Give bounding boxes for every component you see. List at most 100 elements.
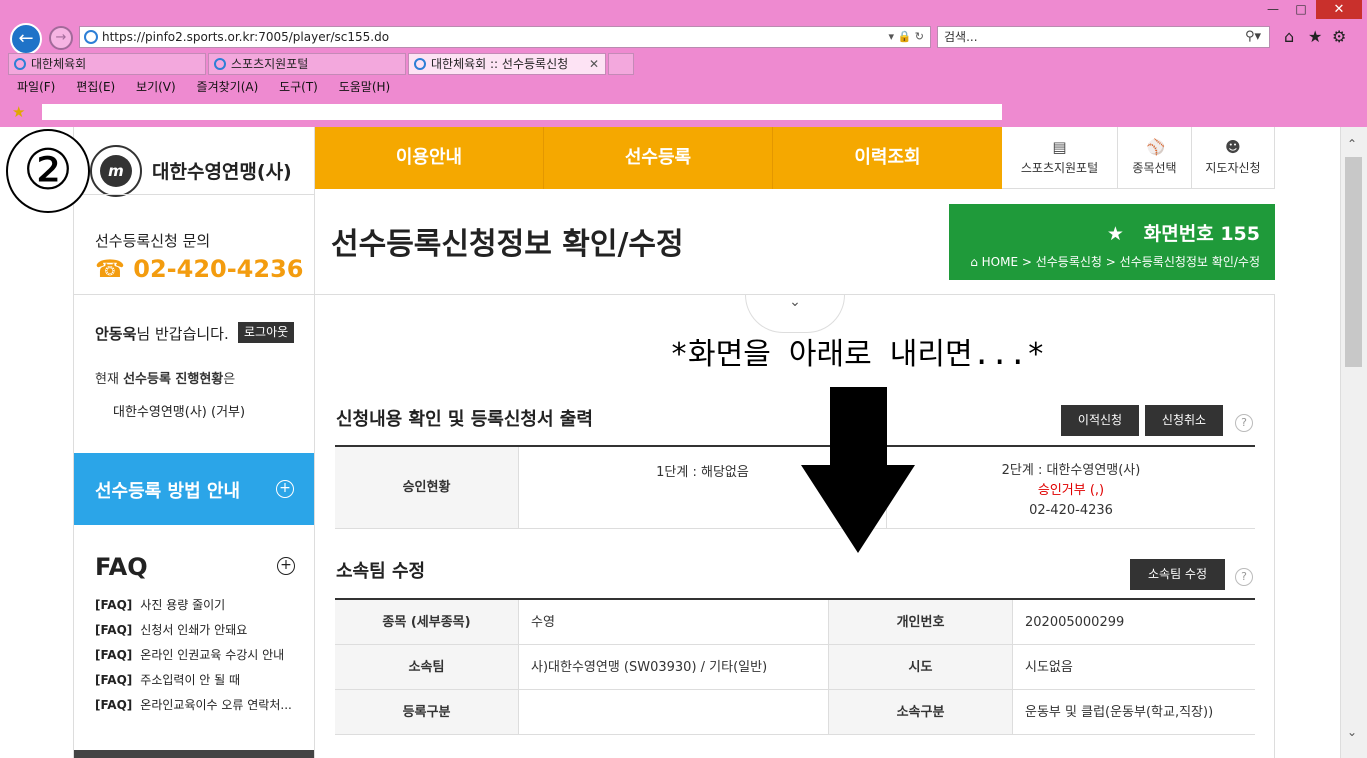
cancel-request-button[interactable]: 신청취소 — [1145, 405, 1223, 436]
tab-label: 대한체육회 :: 선수등록신청 — [431, 57, 569, 71]
tab-korea-sports[interactable]: 대한체육회 — [8, 53, 206, 75]
faq-item[interactable]: [FAQ] 주소입력이 안 될 때 — [95, 672, 305, 697]
scroll-down-icon[interactable]: ⌄ — [1347, 725, 1357, 739]
scroll-up-icon[interactable]: ⌃ — [1347, 137, 1357, 151]
faq-title: FAQ — [95, 553, 148, 581]
faq-more-icon[interactable]: + — [277, 557, 295, 575]
close-button[interactable]: ✕ — [1316, 0, 1362, 19]
edit-team-button[interactable]: 소속팀 수정 — [1130, 559, 1225, 590]
breadcrumb[interactable]: ⌂ HOME > 선수등록신청 > 선수등록신청정보 확인/수정 — [970, 253, 1260, 270]
main-content: 신청내용 확인 및 등록신청서 출력 이적신청 신청취소 ? 승인현황 1단계 … — [315, 295, 1275, 758]
favorites-bar: ★ — [0, 100, 1367, 125]
faq-item[interactable]: [FAQ] 온라인교육이수 오류 연락처... — [95, 697, 305, 722]
util-sports-portal[interactable]: ▤ 스포츠지원포털 — [1002, 127, 1118, 189]
faq-item[interactable]: [FAQ] 사진 용량 줄이기 — [95, 597, 305, 622]
back-button[interactable]: ← — [10, 23, 42, 55]
ie-icon — [414, 58, 426, 70]
menu-file[interactable]: 파일(F) — [17, 80, 55, 94]
favorites-star-icon[interactable]: ★ — [12, 103, 25, 121]
user-name: 안동욱 — [95, 325, 137, 343]
help-icon[interactable]: ? — [1235, 568, 1253, 586]
forward-button[interactable]: → — [49, 26, 73, 50]
page-icon — [14, 58, 26, 70]
guide-label: 선수등록 방법 안내 — [95, 481, 241, 502]
logo-mark: m — [100, 155, 132, 187]
affiliation-type-value: 운동부 및 클럽(운동부(학교,직장)) — [1013, 690, 1255, 735]
team-header: 소속팀 — [335, 645, 519, 690]
inquiry-phone: ☎ 02-420-4236 — [95, 255, 303, 283]
org-name[interactable]: 대한수영연맹(사) — [152, 157, 292, 184]
tab-label: 대한체육회 — [31, 57, 87, 71]
status-line: 현재 선수등록 진행현황은 — [95, 368, 235, 387]
search-placeholder: 검색... — [944, 30, 978, 44]
tab-player-registration[interactable]: 대한체육회 :: 선수등록신청 ✕ — [408, 53, 606, 75]
minimize-button[interactable]: — — [1262, 0, 1284, 18]
sport-header: 종목 (세부종목) — [335, 600, 519, 645]
faq-tag: [FAQ] — [95, 598, 133, 612]
tab-sports-portal[interactable]: 스포츠지원포털 — [208, 53, 406, 75]
menu-tools[interactable]: 도구(T) — [279, 80, 318, 94]
logout-button[interactable]: 로그아웃 — [238, 322, 295, 343]
transfer-request-button[interactable]: 이적신청 — [1061, 405, 1139, 436]
tab-close-icon[interactable]: ✕ — [589, 54, 599, 74]
lock-icon: 🔒 — [897, 30, 912, 43]
province-header: 시도 — [829, 645, 1013, 690]
nav-usage-guide[interactable]: 이용안내 — [315, 127, 544, 189]
registration-guide-button[interactable]: 선수등록 방법 안내 + — [74, 453, 314, 525]
help-icon[interactable]: ? — [1235, 414, 1253, 432]
home-icon[interactable]: ⌂ — [1284, 27, 1294, 46]
search-icon[interactable]: ⚲▾ — [1245, 27, 1261, 47]
gear-icon[interactable]: ⚙ — [1332, 27, 1346, 46]
new-tab-button[interactable] — [608, 53, 634, 75]
address-url: https://pinfo2.sports.or.kr:7005/player/… — [102, 30, 390, 44]
menu-edit[interactable]: 편집(E) — [76, 80, 115, 94]
arrow-left-icon: ← — [18, 28, 34, 49]
dropdown-icon: ▾ — [888, 30, 895, 43]
maximize-button[interactable]: □ — [1290, 0, 1312, 18]
tab-label: 스포츠지원포털 — [231, 57, 309, 71]
faq-item[interactable]: [FAQ] 신청서 인쇄가 안돼요 — [95, 622, 305, 647]
util-coach-apply[interactable]: ☻ 지도자신청 — [1192, 127, 1275, 189]
stage2-status: 승인거부 (,) — [1037, 483, 1105, 498]
divider — [74, 294, 314, 295]
greeting-suffix: 님 반갑습니다. — [136, 325, 229, 343]
breadcrumb-text: HOME > 선수등록신청 > 선수등록신청정보 확인/수정 — [981, 255, 1260, 269]
address-bar[interactable]: https://pinfo2.sports.or.kr:7005/player/… — [79, 26, 931, 48]
address-tools[interactable]: ▾ 🔒 ↻ — [889, 27, 924, 47]
affiliation-type-header: 소속구분 — [829, 690, 1013, 735]
stage1-text: 1단계 : 해당없음 — [656, 465, 749, 480]
arrow-right-icon: → — [55, 30, 67, 45]
faq-text: 주소입력이 안 될 때 — [140, 673, 241, 687]
faq-item[interactable]: [FAQ] 온라인 인권교육 수강시 안내 — [95, 647, 305, 672]
search-input[interactable]: 검색... ⚲▾ — [937, 26, 1270, 48]
home-icon: ⌂ — [970, 255, 978, 269]
nav-history[interactable]: 이력조회 — [773, 127, 1002, 189]
browser-chrome: ← → https://pinfo2.sports.or.kr:7005/pla… — [0, 0, 1367, 127]
faq-tag: [FAQ] — [95, 648, 133, 662]
nav-player-registration[interactable]: 선수등록 — [544, 127, 773, 189]
screen-number-text: 화면번호 155 — [1143, 223, 1260, 245]
down-arrow-annotation — [801, 387, 915, 553]
approval-header: 승인현황 — [335, 447, 519, 529]
plus-circle-icon: + — [276, 480, 294, 498]
util-select-sport[interactable]: ⚾ 종목선택 — [1118, 127, 1192, 189]
star-icon[interactable]: ★ — [1308, 27, 1322, 46]
person-icon: ☻ — [1225, 138, 1241, 156]
federation-logo[interactable]: m — [90, 145, 142, 197]
utility-links: ▤ 스포츠지원포털 ⚾ 종목선택 ☻ 지도자신청 — [1002, 127, 1275, 189]
main-nav: 이용안내 선수등록 이력조회 — [315, 127, 1002, 189]
faq-text: 신청서 인쇄가 안돼요 — [140, 623, 248, 637]
menu-help[interactable]: 도움말(H) — [339, 80, 391, 94]
faq-list: [FAQ] 사진 용량 줄이기 [FAQ] 신청서 인쇄가 안돼요 [FAQ] 온라인… — [95, 597, 305, 722]
vertical-scrollbar[interactable]: ⌃ ⌄ — [1340, 127, 1367, 758]
sport-value: 수영 — [519, 600, 829, 645]
menu-favorites[interactable]: 즐겨찾기(A) — [197, 80, 259, 94]
status-suffix: 은 — [223, 372, 236, 387]
approval-table: 승인현황 1단계 : 해당없음 2단계 : 대한수영연맹(사) 승인거부 (,)… — [335, 445, 1255, 529]
menu-view[interactable]: 보기(V) — [136, 80, 176, 94]
util-label: 종목선택 — [1132, 161, 1177, 175]
stage2-phone: 02-420-4236 — [1029, 503, 1113, 518]
document-icon: ▤ — [1052, 138, 1067, 156]
sidebar: m 대한수영연맹(사) 선수등록신청 문의 ☎ 02-420-4236 안동욱님… — [73, 127, 315, 758]
scroll-thumb[interactable] — [1345, 157, 1362, 367]
